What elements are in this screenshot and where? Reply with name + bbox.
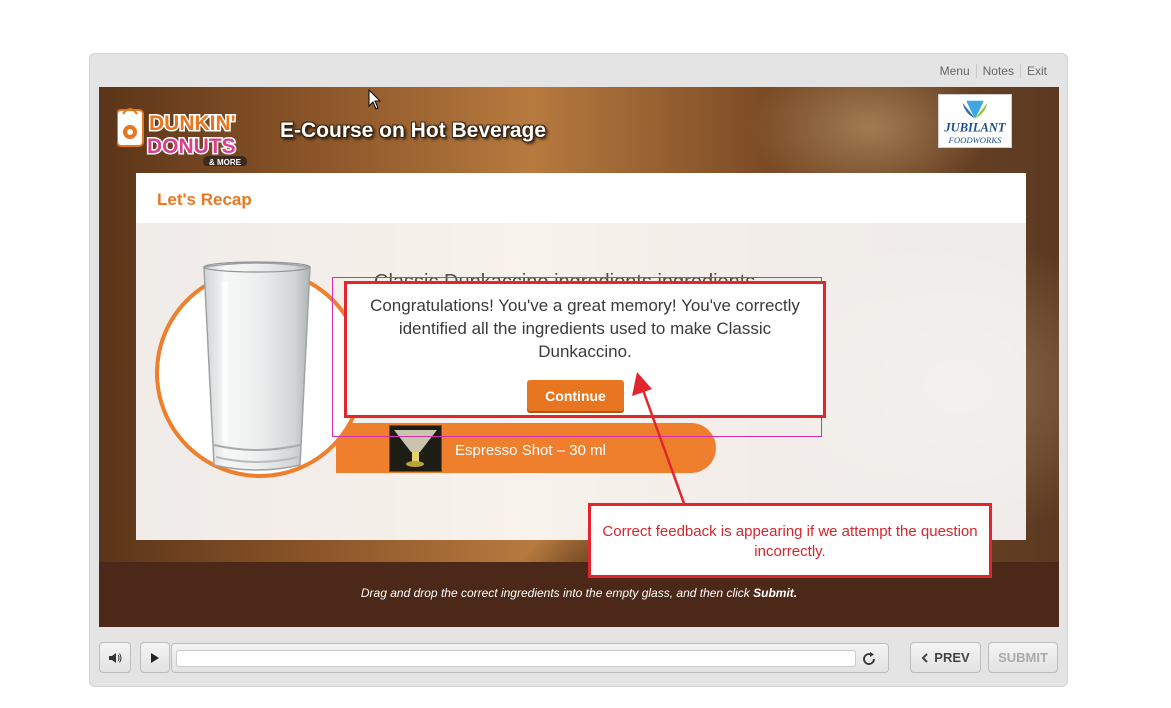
continue-button[interactable]: Continue: [527, 380, 624, 411]
feedback-popup: Congratulations! You've a great memory! …: [344, 281, 826, 418]
prev-label: PREV: [934, 650, 970, 665]
instruction-text: Drag and drop the correct ingredients in…: [360, 586, 798, 600]
top-menu: Menu Notes Exit: [934, 64, 1053, 78]
svg-text:DONUTS: DONUTS: [147, 135, 236, 158]
dunkin-donuts-logo: DUNKIN' DONUTS & MORE: [117, 108, 247, 166]
seek-bar[interactable]: [176, 650, 856, 667]
annotation-note-text: Correct feedback is appearing if we atte…: [602, 523, 978, 560]
volume-icon: [109, 652, 122, 663]
prev-button[interactable]: PREV: [910, 642, 981, 673]
menu-link[interactable]: Menu: [934, 64, 976, 78]
mouse-cursor-icon: [368, 89, 382, 110]
play-button[interactable]: [140, 642, 170, 673]
play-icon: [151, 652, 159, 663]
chevron-left-icon: [921, 652, 929, 663]
svg-text:DUNKIN': DUNKIN': [149, 112, 236, 135]
submit-emphasis: Submit.: [753, 586, 798, 600]
replay-icon[interactable]: [860, 650, 878, 668]
feedback-message: Congratulations! You've a great memory! …: [370, 296, 800, 361]
svg-text:JUBILANT: JUBILANT: [943, 121, 1006, 135]
annotation-note: Correct feedback is appearing if we atte…: [588, 503, 992, 578]
notes-link[interactable]: Notes: [975, 64, 1020, 78]
submit-button[interactable]: SUBMIT: [988, 642, 1058, 673]
seek-bar-container: [171, 643, 889, 673]
content-header: Let's Recap: [136, 173, 1026, 223]
submit-label: SUBMIT: [998, 650, 1048, 665]
jubilant-foodworks-logo: JUBILANT FOODWORKS: [938, 94, 1012, 148]
empty-glass-image: [203, 261, 311, 471]
svg-text:FOODWORKS: FOODWORKS: [948, 135, 1003, 145]
svg-text:& MORE: & MORE: [209, 158, 242, 166]
volume-button[interactable]: [99, 642, 131, 673]
course-title: E-Course on Hot Beverage: [280, 119, 547, 142]
ingredient-label: Espresso Shot – 30 ml: [455, 442, 606, 459]
exit-link[interactable]: Exit: [1019, 64, 1053, 78]
slide-title: Let's Recap: [157, 190, 252, 209]
